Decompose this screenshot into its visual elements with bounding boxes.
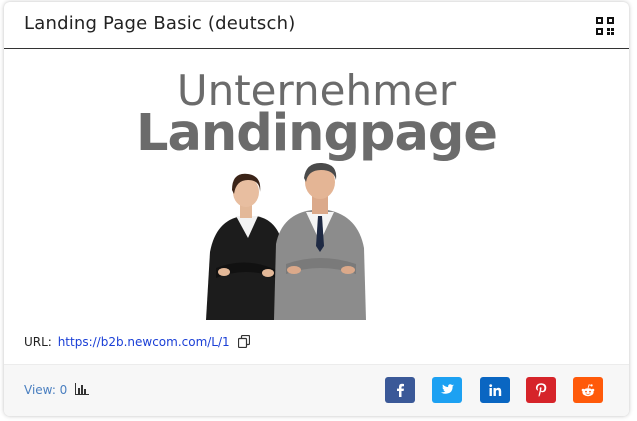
landing-page-card: Landing Page Basic (deutsch) Unternehmer…	[4, 2, 629, 416]
card-footer: View: 0	[4, 364, 629, 416]
pinterest-icon	[535, 383, 547, 397]
share-facebook-button[interactable]	[385, 377, 415, 403]
card-header: Landing Page Basic (deutsch)	[4, 2, 629, 49]
share-linkedin-button[interactable]	[480, 377, 510, 403]
linkedin-icon	[488, 384, 501, 396]
landing-page-url-link[interactable]: https://b2b.newcom.com/L/1	[58, 335, 230, 349]
view-counter[interactable]: View: 0	[24, 383, 90, 397]
bar-chart-icon[interactable]	[75, 383, 90, 395]
share-reddit-button[interactable]	[573, 377, 603, 403]
qr-code-icon[interactable]	[595, 16, 615, 36]
share-pinterest-button[interactable]	[526, 377, 556, 403]
share-twitter-button[interactable]	[432, 377, 462, 403]
landing-page-preview[interactable]: Unternehmer Landingpage	[4, 52, 629, 320]
reddit-icon	[581, 383, 595, 396]
url-row: URL: https://b2b.newcom.com/L/1	[24, 335, 250, 355]
view-count-label: View: 0	[24, 383, 68, 397]
twitter-icon	[440, 384, 454, 394]
url-label: URL:	[24, 335, 52, 349]
business-people-image	[206, 162, 366, 320]
card-title: Landing Page Basic (deutsch)	[24, 13, 296, 34]
hero-title-line2: Landingpage	[135, 104, 498, 163]
facebook-icon	[397, 383, 404, 397]
copy-icon[interactable]	[237, 335, 250, 348]
